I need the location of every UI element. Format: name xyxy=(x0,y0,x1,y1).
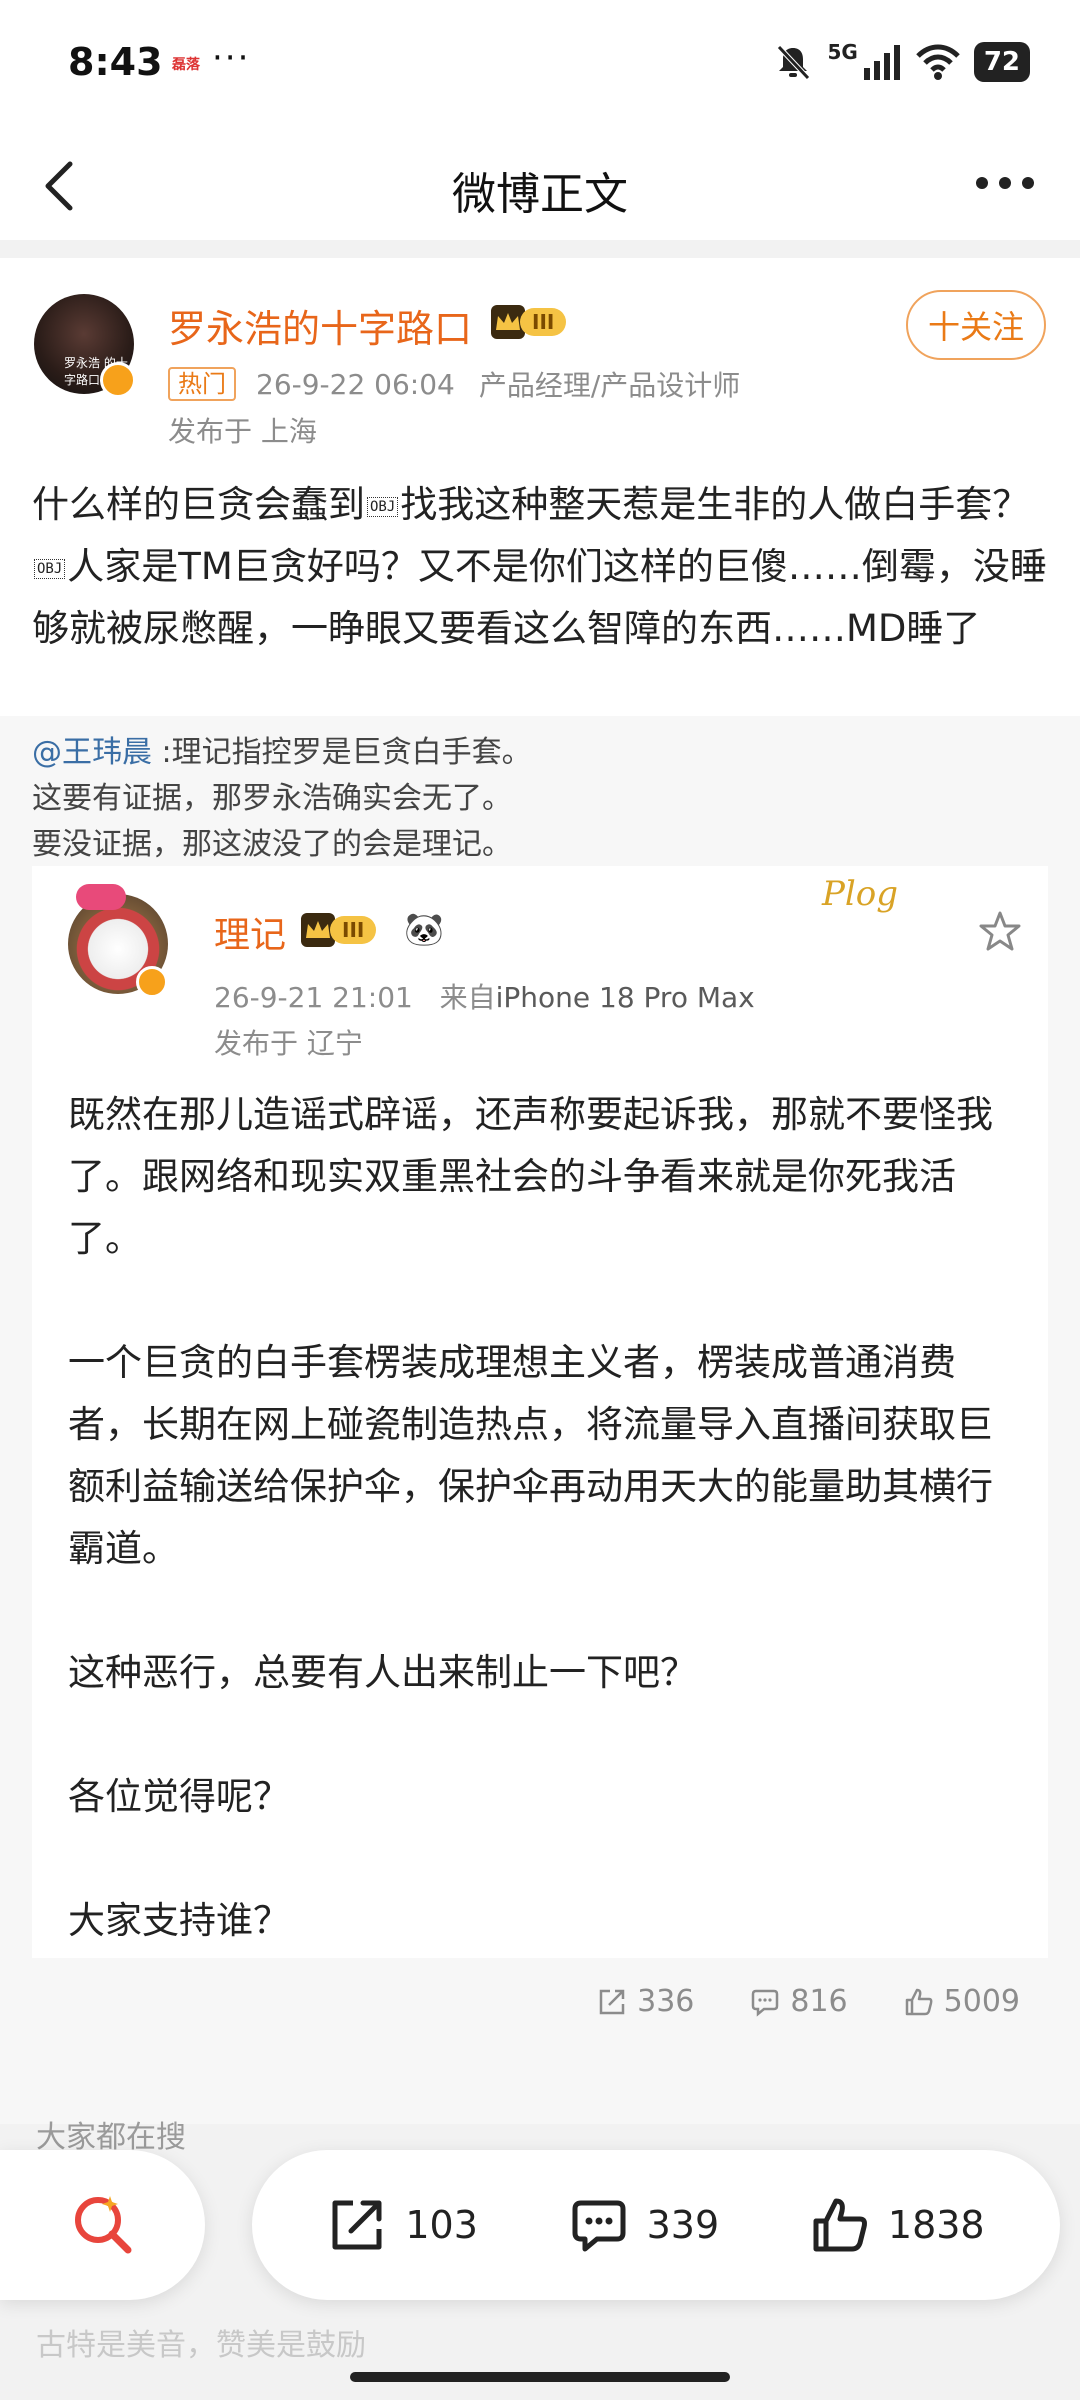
source-prefix: 来自 xyxy=(439,981,496,1014)
more-options-button[interactable] xyxy=(970,158,1040,208)
repost-section[interactable]: @王玮晨 :理记指控罗是巨贪白手套。 这要有证据，那罗永浩确实会无了。 要没证据… xyxy=(0,716,1080,2124)
notification-icon: 磊落 xyxy=(172,57,200,73)
paragraph: 大家支持谁？ xyxy=(68,1899,290,1942)
comment-button[interactable]: 339 xyxy=(569,2195,720,2255)
verified-badge-icon xyxy=(136,966,168,998)
bottom-action-bar: 103 339 1838 xyxy=(252,2150,1060,2300)
original-post-meta: 26-9-21 21:01 来自iPhone 18 Pro Max xyxy=(214,976,755,1016)
hot-tag[interactable]: 热门 xyxy=(168,367,236,401)
level-label: III xyxy=(330,916,377,944)
share-icon xyxy=(599,1989,625,2014)
more-notifications-icon: ··· xyxy=(212,38,251,78)
home-indicator[interactable] xyxy=(350,2372,730,2382)
comment-count: 339 xyxy=(646,2203,720,2247)
panda-icon: 🐼 xyxy=(404,910,444,948)
object-placeholder-icon: OBJ xyxy=(34,558,66,579)
original-like-button[interactable]: 5009 xyxy=(904,1984,1020,2019)
verified-badge-icon xyxy=(100,362,136,398)
quote-line: :理记指控罗是巨贪白手套。 xyxy=(161,735,532,770)
like-count: 1838 xyxy=(887,2203,985,2247)
original-repost-button[interactable]: 336 xyxy=(597,1984,694,2019)
object-placeholder-icon: OBJ xyxy=(367,496,399,517)
author-title: 产品经理/产品设计师 xyxy=(478,369,741,402)
top-nav: 微博正文 xyxy=(0,130,1080,240)
original-comment-button[interactable]: 816 xyxy=(750,1984,848,2019)
repost-button[interactable]: 103 xyxy=(327,2195,478,2255)
original-post-body: 既然在那儿造谣式辟谣，还声称要起诉我，那就不要怪我了。跟网络和现实双重黑社会的斗… xyxy=(68,1084,1018,1952)
like-count: 5009 xyxy=(943,1984,1020,2019)
quote-line: 要没证据，那这波没了的会是理记。 xyxy=(32,827,512,862)
post-text-1: 什么样的巨贪会蠢到 xyxy=(32,483,365,526)
post-text-2: 找我这种整天惹是生非的人做白手套？ xyxy=(400,483,1030,526)
comment-icon xyxy=(572,2200,626,2252)
faded-content: 古特是美音，赞美是鼓励 xyxy=(36,2328,366,2363)
post-date: 26-9-22 06:04 xyxy=(256,367,455,401)
paragraph: 既然在那儿造谣式辟谣，还声称要起诉我，那就不要怪我了。跟网络和现实双重黑社会的斗… xyxy=(68,1093,993,1260)
status-time: 8:43 xyxy=(68,40,163,84)
comment-count: 816 xyxy=(790,1984,848,2019)
comment-icon xyxy=(752,1989,779,2017)
repost-quote: @王玮晨 :理记指控罗是巨贪白手套。 这要有证据，那罗永浩确实会无了。 要没证据… xyxy=(32,730,1048,868)
original-post-date: 26-9-21 21:01 xyxy=(214,981,413,1014)
plog-sticker: Plog xyxy=(822,874,898,914)
vip-level-badge[interactable]: III xyxy=(490,302,567,342)
status-bar: 8:43 磊落 ··· 5G 72 xyxy=(0,0,1080,130)
post-body: 什么样的巨贪会蠢到 OBJ 找我这种整天惹是生非的人做白手套？OBJ 人家是TM巨贪好… xyxy=(32,474,1048,660)
post-card: 罗永浩 的十字路口 罗永浩的十字路口 III 十关注 热门 26-9-22 06… xyxy=(0,258,1080,2124)
status-icons: 5G 72 xyxy=(773,40,1030,84)
post-location: 发布于 上海 xyxy=(168,415,317,448)
search-button[interactable] xyxy=(0,2150,205,2300)
share-icon xyxy=(332,2200,382,2250)
level-label: III xyxy=(520,308,567,336)
thumbs-up-icon xyxy=(813,2198,867,2252)
search-icon xyxy=(74,2196,131,2254)
original-post-card[interactable]: 理记 III 🐼 Plog 26-9-21 21:01 来自iPhone 18 … xyxy=(32,866,1048,1958)
mention-link[interactable]: @王玮晨 xyxy=(32,735,152,770)
repost-count: 103 xyxy=(405,2203,478,2247)
battery-indicator: 72 xyxy=(973,42,1030,82)
paragraph: 这种恶行，总要有人出来制止一下吧？ xyxy=(68,1651,697,1694)
network-type: 5G xyxy=(827,40,858,64)
wifi-icon xyxy=(916,44,960,80)
vip-level-badge[interactable]: III xyxy=(300,910,377,950)
original-post-location: 发布于 辽宁 xyxy=(214,1027,363,1060)
bow-decoration xyxy=(76,884,126,910)
repost-count: 336 xyxy=(637,1984,695,2019)
post-source: iPhone 18 Pro Max xyxy=(495,981,755,1014)
quote-line: 这要有证据，那罗永浩确实会无了。 xyxy=(32,781,512,816)
post-text-3: 人家是TM巨贪好吗？又不是你们这样的巨傻……倒霉，没睡够就被尿憋醒，一睁眼又要看… xyxy=(32,545,1047,650)
page-title: 微博正文 xyxy=(452,169,628,220)
favorite-star-icon[interactable] xyxy=(978,910,1022,954)
original-post-actions: 336 816 5009 xyxy=(597,1984,1020,2019)
post-meta: 热门 26-9-22 06:04 产品经理/产品设计师 xyxy=(168,364,740,404)
follow-button[interactable]: 十关注 xyxy=(906,290,1046,360)
paragraph: 各位觉得呢？ xyxy=(68,1775,290,1818)
thumbs-up-icon xyxy=(905,1988,933,2015)
like-button[interactable]: 1838 xyxy=(810,2195,985,2255)
paragraph: 一个巨贪的白手套楞装成理想主义者，楞装成普通消费者，长期在网上碰瓷制造热点，将流… xyxy=(68,1341,993,1570)
original-author-name[interactable]: 理记 xyxy=(214,906,286,958)
author-name[interactable]: 罗永浩的十字路口 xyxy=(168,298,472,353)
mute-icon xyxy=(777,45,811,80)
signal-icon xyxy=(863,45,900,80)
